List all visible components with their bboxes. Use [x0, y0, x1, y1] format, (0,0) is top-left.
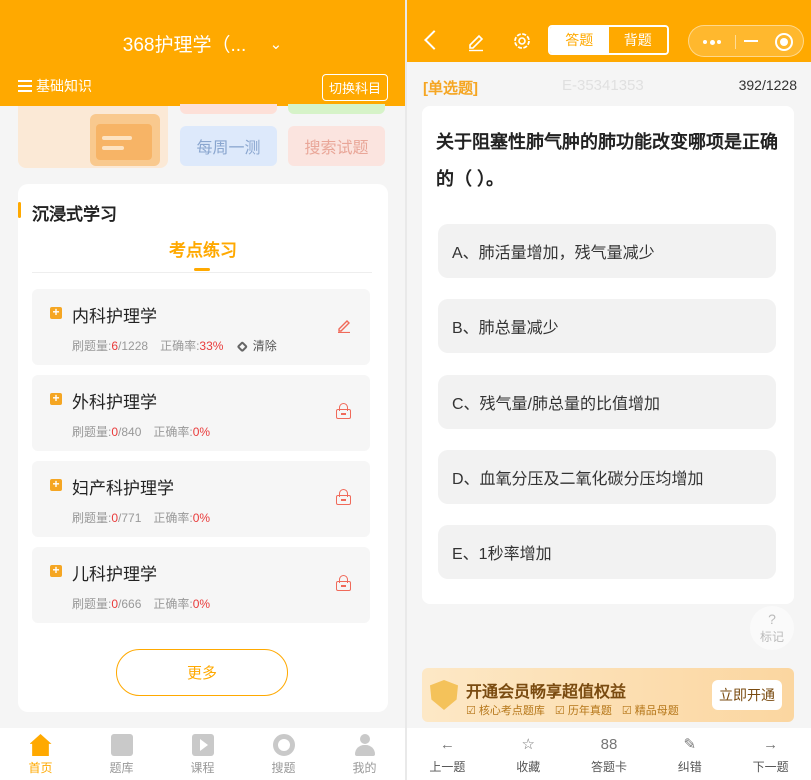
option-d[interactable]: D、血氧分压及二氧化碳分压均增加	[438, 450, 776, 504]
arrow-left-icon: ←	[439, 736, 455, 753]
study-illustration	[18, 106, 168, 168]
profile-icon	[354, 734, 376, 756]
mode-answer-tab[interactable]: 答题	[550, 27, 609, 53]
mark-button[interactable]: ? 标记	[750, 606, 794, 650]
promo-tile[interactable]	[180, 104, 277, 114]
mode-toggle: 答题 背题	[548, 25, 669, 55]
vip-title: 开通会员畅享超值权益	[466, 684, 627, 701]
search-questions-button[interactable]: 搜索试题	[288, 126, 385, 166]
vip-banner[interactable]: 开通会员畅享超值权益 核心考点题库历年真题精品母题 立即开通	[422, 668, 794, 722]
subject-name: 外科护理学	[72, 393, 157, 412]
promo-tile[interactable]	[288, 104, 385, 114]
more-button[interactable]: 更多	[116, 649, 288, 696]
subject-stats: 刷题量:6/1228 正确率:33% 清除	[72, 339, 277, 353]
question-code: E-35341353	[562, 77, 644, 94]
prev-question-button[interactable]: ← 上一题	[407, 728, 488, 780]
more-dots-icon[interactable]	[703, 39, 721, 45]
subject-name: 内科护理学	[72, 307, 157, 326]
question-mark-icon: ?	[768, 611, 776, 627]
subject-name: 妇产科护理学	[72, 479, 174, 498]
answer-card-button[interactable]: 88 答题卡	[569, 728, 650, 780]
minimize-icon[interactable]	[744, 40, 758, 42]
course-selector[interactable]: 368护理学（... ⌄	[0, 30, 405, 57]
report-error-button[interactable]: ✎ 纠错	[649, 728, 730, 780]
vip-shield-icon	[430, 680, 458, 710]
course-play-icon	[191, 734, 214, 756]
clear-button[interactable]: 清除	[253, 339, 277, 353]
mode-recite-tab[interactable]: 背题	[608, 27, 667, 53]
bottom-nav: 首页 题库 课程 搜题 我的	[0, 728, 405, 780]
close-target-icon[interactable]	[775, 33, 793, 51]
subject-item[interactable]: + 内科护理学 刷题量:6/1228 正确率:33% 清除	[32, 289, 370, 365]
eraser-icon[interactable]	[236, 341, 248, 353]
option-a[interactable]: A、肺活量增加，残气量减少	[438, 224, 776, 278]
favorite-button[interactable]: ☆ 收藏	[488, 728, 569, 780]
question-header: 答题 背题	[407, 0, 811, 62]
subject-stats: 刷题量:0/771 正确率:0%	[72, 511, 211, 525]
subject-item[interactable]: + 妇产科护理学 刷题量:0/771 正确率:0%	[32, 461, 370, 537]
question-type: [单选题]	[423, 80, 478, 97]
lock-icon[interactable]	[336, 575, 352, 591]
star-icon: ☆	[521, 736, 535, 753]
expand-plus-icon[interactable]: +	[50, 306, 62, 319]
section-title: 沉浸式学习	[18, 200, 117, 225]
subject-stats: 刷题量:0/840 正确率:0%	[72, 425, 211, 439]
subject-item[interactable]: + 外科护理学 刷题量:0/840 正确率:0%	[32, 375, 370, 451]
home-icon	[29, 734, 52, 756]
arrow-right-icon: →	[763, 736, 779, 753]
nav-search-question[interactable]: 搜题	[243, 728, 324, 780]
course-title: 368护理学（...	[122, 35, 247, 56]
nav-question-bank[interactable]: 题库	[81, 728, 162, 780]
subject-item[interactable]: + 儿科护理学 刷题量:0/666 正确率:0%	[32, 547, 370, 623]
divider	[32, 272, 372, 273]
list-icon	[18, 80, 32, 92]
vip-benefits: 核心考点题库历年真题精品母题	[466, 702, 689, 718]
nav-profile[interactable]: 我的	[324, 728, 405, 780]
switch-subject-button[interactable]: 切换科目	[321, 74, 388, 101]
question-progress: 392/1228	[738, 77, 797, 93]
miniprogram-capsule	[688, 25, 804, 57]
lock-icon[interactable]	[336, 489, 352, 505]
option-c[interactable]: C、残气量/肺总量的比值增加	[438, 375, 776, 429]
back-icon[interactable]	[421, 30, 443, 52]
open-vip-button[interactable]: 立即开通	[712, 680, 782, 710]
question-card: 关于阻塞性肺气肿的肺功能改变哪项是正确的（ ）。 A、肺活量增加，残气量减少 B…	[422, 106, 794, 604]
settings-icon[interactable]	[511, 30, 533, 52]
immersive-study-card: 沉浸式学习 考点练习 + 内科护理学 刷题量:6/1228 正确率:33% 清除 …	[18, 184, 388, 712]
tab-indicator	[194, 268, 210, 271]
option-e[interactable]: E、1秒率增加	[438, 525, 776, 579]
edit-icon[interactable]	[336, 317, 352, 334]
question-bank-icon	[110, 734, 133, 756]
home-panel: 368护理学（... ⌄ 基础知识 切换科目 每周一测 搜索试题 沉浸式学习 考…	[0, 0, 405, 780]
subject-indicator: 基础知识	[18, 76, 92, 96]
subject-name: 儿科护理学	[72, 565, 157, 584]
subject-stats: 刷题量:0/666 正确率:0%	[72, 597, 211, 611]
grid-icon: 88	[600, 736, 618, 753]
promo-area: 每周一测 搜索试题	[18, 104, 390, 170]
weekly-test-button[interactable]: 每周一测	[180, 126, 277, 166]
next-question-button[interactable]: → 下一题	[730, 728, 811, 780]
question-toolbar: ← 上一题 ☆ 收藏 88 答题卡 ✎ 纠错 → 下一题	[407, 728, 811, 780]
expand-plus-icon[interactable]: +	[50, 478, 62, 491]
pen-icon[interactable]	[465, 30, 487, 52]
home-header: 368护理学（... ⌄ 基础知识 切换科目	[0, 0, 405, 106]
expand-plus-icon[interactable]: +	[50, 392, 62, 405]
subject-label: 基础知识	[36, 78, 92, 94]
search-question-icon	[272, 734, 295, 756]
tab-exam-points[interactable]: 考点练习	[18, 236, 388, 261]
question-panel: 答题 背题 [单选题] E-35341353 392/1228 关于阻塞性肺气肿…	[407, 0, 811, 780]
nav-home[interactable]: 首页	[0, 728, 81, 780]
edit-icon: ✎	[683, 736, 697, 753]
chevron-down-icon: ⌄	[269, 36, 283, 53]
nav-course[interactable]: 课程	[162, 728, 243, 780]
expand-plus-icon[interactable]: +	[50, 564, 62, 577]
mark-label: 标记	[759, 630, 784, 644]
question-stem: 关于阻塞性肺气肿的肺功能改变哪项是正确的（ ）。	[436, 132, 778, 189]
lock-icon[interactable]	[336, 403, 352, 419]
option-b[interactable]: B、肺总量减少	[438, 299, 776, 353]
